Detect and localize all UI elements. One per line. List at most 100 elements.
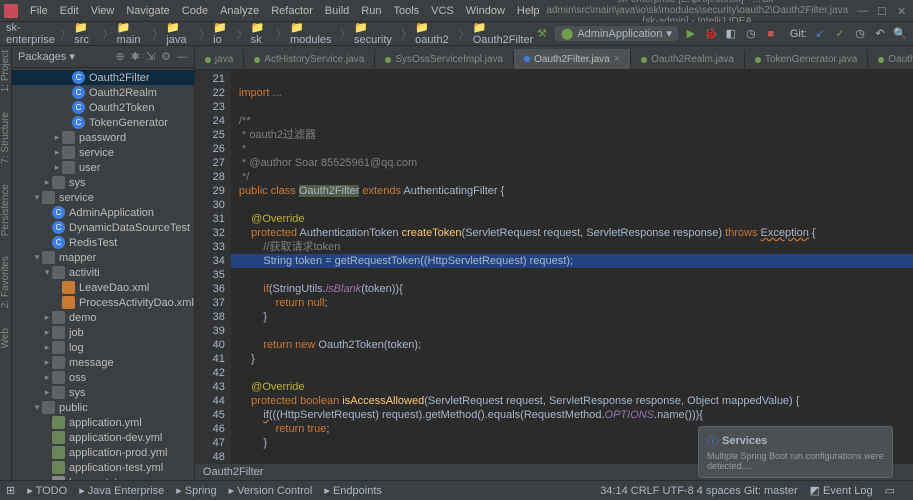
editor-tab[interactable]: java	[195, 50, 244, 69]
breadcrumb[interactable]: 📁 oauth2	[415, 21, 456, 46]
tree-node[interactable]: ▸ demo	[12, 310, 194, 325]
tree-node[interactable]: C AdminApplication	[12, 205, 194, 220]
tree-node[interactable]: ProcessActivityDao.xml	[12, 295, 194, 310]
breadcrumb[interactable]: sk-enterprise	[6, 22, 57, 46]
debug-icon[interactable]: 🐞	[704, 27, 718, 41]
status-button[interactable]: ▸ TODO	[27, 484, 67, 497]
breadcrumb[interactable]: 📁 src	[74, 21, 99, 46]
menu-file[interactable]: File	[24, 3, 54, 19]
expand-icon[interactable]: ✱	[131, 50, 140, 63]
memory-indicator[interactable]: ▭	[885, 484, 895, 497]
breadcrumb[interactable]: 📁 io	[213, 21, 233, 46]
menu-help[interactable]: Help	[511, 3, 546, 19]
project-view-label[interactable]: Packages	[18, 51, 66, 63]
gear-icon[interactable]: ⚙	[161, 50, 171, 63]
tree-node[interactable]: ▾ public	[12, 400, 194, 415]
run-icon[interactable]: ▶	[684, 27, 698, 41]
hide-icon[interactable]: —	[177, 51, 188, 63]
breadcrumb[interactable]: 📁 security	[354, 21, 398, 46]
tree-node[interactable]: LeaveDao.xml	[12, 280, 194, 295]
breadcrumb[interactable]: 📁 modules	[290, 21, 337, 46]
tool-window-button[interactable]: 2: Favorites	[0, 256, 11, 308]
coverage-icon[interactable]: ◧	[724, 27, 738, 41]
notification-body: Multiple Spring Boot run configurations …	[707, 451, 884, 471]
breadcrumb[interactable]: 📁 sk	[251, 21, 273, 46]
menu-code[interactable]: Code	[176, 3, 214, 19]
status-button[interactable]: ▸ Spring	[176, 484, 216, 497]
tree-node[interactable]: ▸ oss	[12, 370, 194, 385]
close-icon[interactable]: ✕	[897, 5, 909, 17]
menu-navigate[interactable]: Navigate	[120, 3, 175, 19]
profile-icon[interactable]: ◷	[744, 27, 758, 41]
tree-node[interactable]: application-dev.yml	[12, 430, 194, 445]
tree-node[interactable]: application-prod.yml	[12, 445, 194, 460]
tree-node[interactable]: ▸ sys	[12, 175, 194, 190]
status-button[interactable]: ▸ Version Control	[229, 484, 313, 497]
editor-tab[interactable]: TokenGenerator.java	[745, 50, 868, 69]
status-right[interactable]: 34:14 CRLF UTF-8 4 spaces Git: master	[600, 485, 797, 497]
menu-analyze[interactable]: Analyze	[214, 3, 265, 19]
tree-node[interactable]: ▸ user	[12, 160, 194, 175]
tree-node[interactable]: C Oauth2Realm	[12, 85, 194, 100]
editor-tab[interactable]: Oauth2Token.java	[868, 50, 913, 69]
menu-run[interactable]: Run	[355, 3, 387, 19]
vcs-commit-icon[interactable]: ✓	[833, 27, 847, 41]
editor-tab[interactable]: Oauth2Filter.java ×	[514, 49, 631, 69]
vcs-history-icon[interactable]: ◷	[853, 27, 867, 41]
menu-edit[interactable]: Edit	[54, 3, 85, 19]
tree-node[interactable]: ▾ service	[12, 190, 194, 205]
tool-window-button[interactable]: 7: Structure	[0, 112, 11, 164]
code-area[interactable]: import .../** * oauth2过滤器 * * @author So…	[231, 70, 913, 464]
menu-vcs[interactable]: VCS	[425, 3, 460, 19]
tree-node[interactable]: ▸ message	[12, 355, 194, 370]
tree-node[interactable]: ▸ sys	[12, 385, 194, 400]
breadcrumb[interactable]: 📁 main	[117, 21, 150, 46]
code-breadcrumb[interactable]: Oauth2Filter	[203, 466, 264, 478]
project-tree[interactable]: C Oauth2Filter C Oauth2Realm C Oauth2Tok…	[12, 68, 194, 480]
tree-node[interactable]: ▸ password	[12, 130, 194, 145]
breadcrumb[interactable]: 📁 Oauth2Filter	[473, 21, 535, 46]
vcs-revert-icon[interactable]: ↶	[873, 27, 887, 41]
app-logo	[4, 4, 18, 18]
status-button[interactable]: ▸ Java Enterprise	[79, 484, 164, 497]
menu-refactor[interactable]: Refactor	[265, 3, 319, 19]
status-button[interactable]: ▸ Endpoints	[324, 484, 382, 497]
notification-popup[interactable]: ⓘServices Multiple Spring Boot run confi…	[698, 426, 893, 478]
tree-node[interactable]: application.yml	[12, 415, 194, 430]
tree-node[interactable]: ▸ log	[12, 340, 194, 355]
menu-build[interactable]: Build	[319, 3, 355, 19]
tool-window-button[interactable]: Persistence	[0, 184, 11, 236]
vcs-update-icon[interactable]: ↙	[813, 27, 827, 41]
event-log-button[interactable]: ◩ Event Log	[810, 484, 873, 497]
menu-tools[interactable]: Tools	[387, 3, 425, 19]
tree-node[interactable]: C DynamicDataSourceTest	[12, 220, 194, 235]
tree-node[interactable]: ▸ job	[12, 325, 194, 340]
tool-window-button[interactable]: 1: Project	[0, 50, 11, 92]
editor-tab[interactable]: SysOssServiceImpl.java	[375, 50, 514, 69]
collapse-icon[interactable]: ⇲	[146, 50, 155, 63]
breadcrumb[interactable]: 📁 java	[166, 21, 196, 46]
windows-icon[interactable]: ⊞	[6, 484, 15, 497]
hammer-icon[interactable]: ⚒	[535, 27, 549, 41]
tree-node[interactable]: C TokenGenerator	[12, 115, 194, 130]
menu-window[interactable]: Window	[460, 3, 511, 19]
tree-node[interactable]: C Oauth2Token	[12, 100, 194, 115]
tree-node[interactable]: C RedisTest	[12, 235, 194, 250]
minimize-icon[interactable]: —	[857, 5, 869, 17]
tree-node[interactable]: C Oauth2Filter	[12, 70, 194, 85]
tool-window-button[interactable]: Web	[0, 328, 11, 348]
stop-icon[interactable]: ■	[764, 27, 778, 41]
search-icon[interactable]: 🔍	[893, 27, 907, 41]
maximize-icon[interactable]: ☐	[877, 5, 889, 17]
editor-tab[interactable]: Oauth2Realm.java	[631, 50, 745, 69]
menu-bar: FileEditViewNavigateCodeAnalyzeRefactorB…	[0, 0, 913, 22]
tree-node[interactable]: application-test.yml	[12, 460, 194, 475]
run-config-selector[interactable]: ⬤AdminApplication▾	[555, 26, 678, 41]
tree-node[interactable]: ▾ mapper	[12, 250, 194, 265]
editor-tab[interactable]: ActHistoryService.java	[244, 50, 375, 69]
gutter[interactable]: 2122232425262728293031323334353637383940…	[195, 70, 231, 464]
menu-view[interactable]: View	[85, 3, 121, 19]
locate-icon[interactable]: ⊕	[115, 50, 124, 63]
tree-node[interactable]: ▾ activiti	[12, 265, 194, 280]
tree-node[interactable]: ▸ service	[12, 145, 194, 160]
